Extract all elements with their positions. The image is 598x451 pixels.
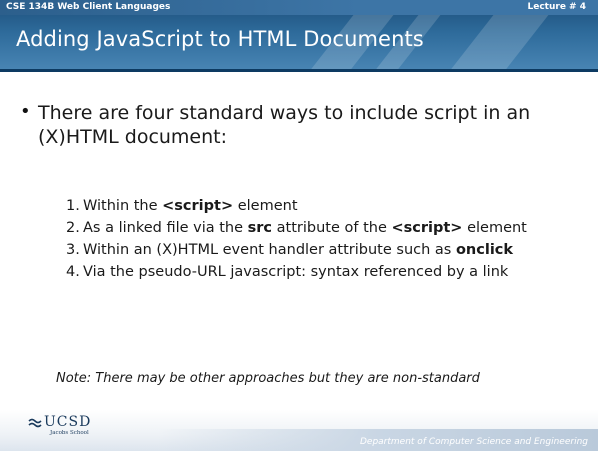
item-text: As a linked file via the bbox=[83, 220, 248, 236]
code-term: <script> bbox=[162, 198, 234, 214]
item-text: Via the pseudo-URL javascript: syntax re… bbox=[83, 264, 509, 280]
item-number: 4. bbox=[66, 264, 80, 280]
item-number: 1. bbox=[66, 198, 80, 214]
ucsd-logo: UCSD Jacobs School bbox=[28, 414, 118, 440]
logo-subtext: Jacobs School bbox=[50, 430, 89, 436]
item-text: element bbox=[233, 198, 298, 214]
list-item: 1. Within the <script> element bbox=[66, 198, 586, 215]
slide-title: Adding JavaScript to HTML Documents bbox=[16, 27, 424, 51]
list-item: 3. Within an (X)HTML event handler attrib… bbox=[66, 242, 586, 259]
code-term: <script> bbox=[391, 220, 463, 236]
bullet-dot: • bbox=[20, 101, 31, 122]
item-number: 2. bbox=[66, 220, 80, 236]
slide-header: CSE 134B Web Client Languages Lecture # … bbox=[0, 0, 598, 72]
item-text: Within an (X)HTML event handler attribut… bbox=[83, 242, 456, 258]
header-rule bbox=[0, 69, 598, 72]
methods-list: 1. Within the <script> element 2. As a lin… bbox=[66, 198, 586, 286]
intro-text: There are four standard ways to include … bbox=[38, 102, 531, 148]
wave-icon bbox=[28, 418, 42, 428]
slide: CSE 134B Web Client Languages Lecture # … bbox=[0, 0, 598, 451]
course-label: CSE 134B Web Client Languages bbox=[6, 2, 171, 12]
footnote: Note: There may be other approaches but … bbox=[56, 371, 480, 386]
list-item: 2. As a linked file via the src attribute… bbox=[66, 220, 586, 237]
department-label: Department of Computer Science and Engin… bbox=[359, 437, 588, 447]
lecture-number: Lecture # 4 bbox=[527, 2, 587, 12]
item-text: Within the bbox=[83, 198, 163, 214]
item-text: attribute of the bbox=[272, 220, 392, 236]
code-term: onclick bbox=[455, 242, 514, 258]
code-term: src bbox=[247, 220, 273, 236]
intro-bullet: • There are four standard ways to includ… bbox=[20, 101, 586, 149]
item-number: 3. bbox=[66, 242, 80, 258]
header-decorative-stripe bbox=[446, 15, 549, 72]
item-text: element bbox=[462, 220, 527, 236]
list-item: 4. Via the pseudo-URL javascript: syntax … bbox=[66, 264, 586, 281]
logo-wordmark: UCSD bbox=[44, 414, 92, 430]
